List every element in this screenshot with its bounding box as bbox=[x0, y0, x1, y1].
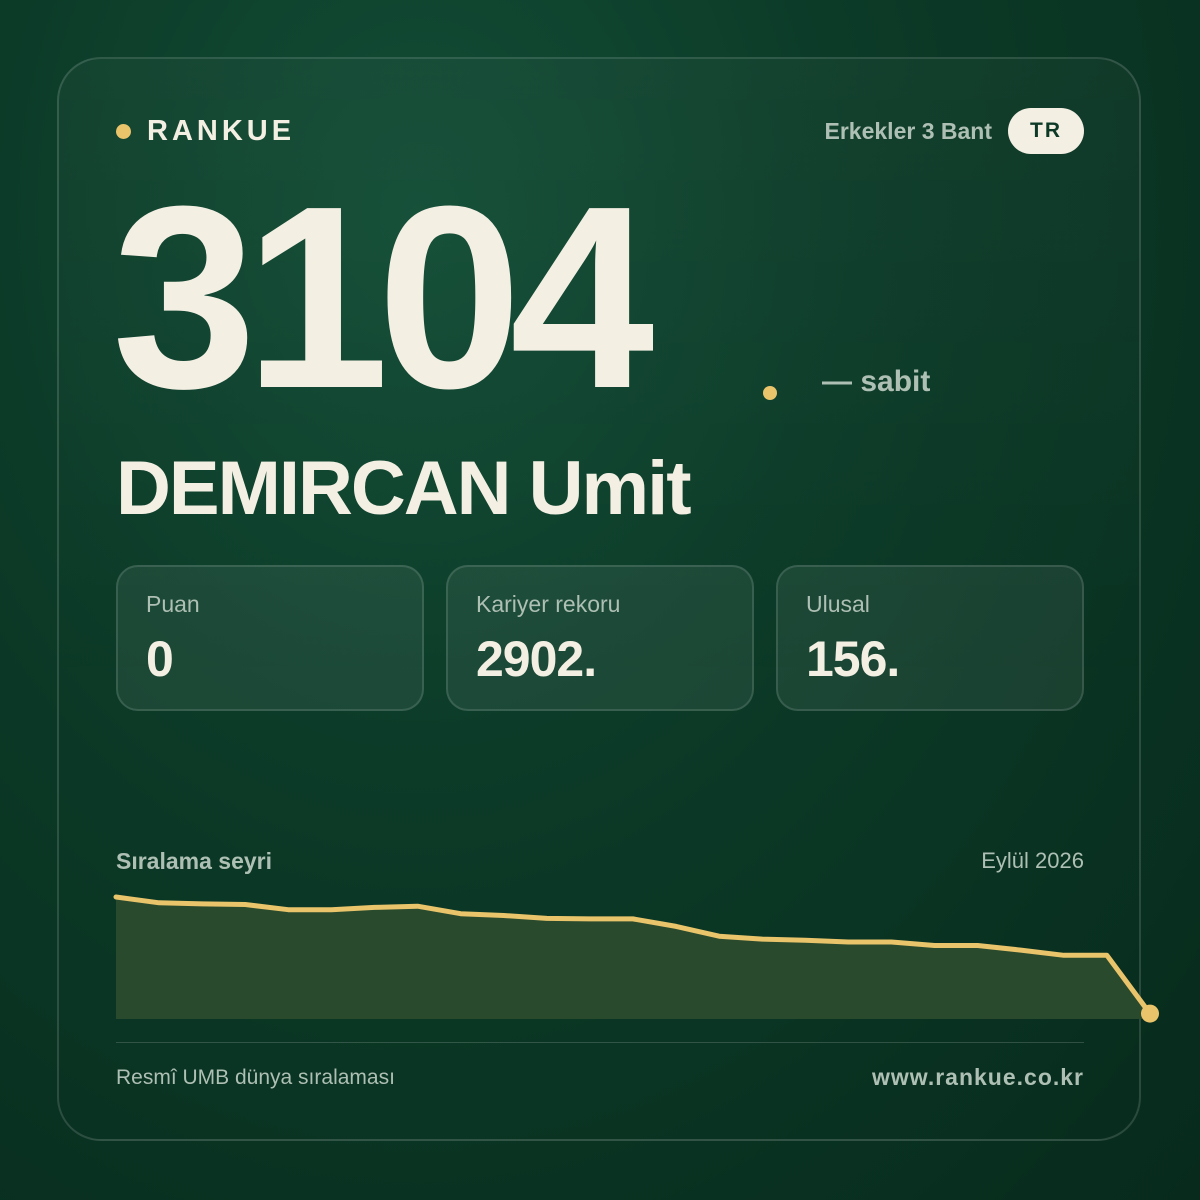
header-meta: Erkekler 3 Bant TR bbox=[825, 108, 1084, 154]
stat-value: 156. bbox=[806, 631, 900, 687]
rank-change-label: — sabit bbox=[822, 365, 931, 398]
world-rank: 3104 bbox=[112, 153, 654, 443]
brand-name: RANKUE bbox=[147, 114, 296, 147]
country-badge: TR bbox=[1008, 108, 1084, 154]
stat-label: Puan bbox=[146, 591, 200, 617]
stat-value: 0 bbox=[146, 631, 174, 687]
brand-dot-icon bbox=[116, 123, 131, 139]
rank-dot-icon bbox=[763, 386, 777, 400]
source-label: Resmî UMB dünya sıralaması bbox=[116, 1066, 395, 1089]
stats-row: Puan 0 Kariyer rekoru 2902. Ulusal 156. bbox=[116, 565, 1084, 711]
chart-title: Sıralama seyri bbox=[116, 848, 273, 874]
chart-date: Eylül 2026 bbox=[981, 848, 1084, 873]
stat-label: Ulusal bbox=[806, 591, 870, 617]
stat-value: 2902. bbox=[476, 631, 597, 687]
stat-card-national: Ulusal 156. bbox=[776, 565, 1084, 711]
brand-logo: RANKUE bbox=[116, 112, 295, 150]
stat-card-career-best: Kariyer rekoru 2902. bbox=[446, 565, 754, 711]
player-name: DEMIRCAN Umit bbox=[116, 446, 692, 531]
stat-card-points: Puan 0 bbox=[116, 565, 424, 711]
footer-divider bbox=[116, 1042, 1084, 1043]
division-label: Erkekler 3 Bant bbox=[824, 117, 992, 144]
website-link[interactable]: www.rankue.co.kr bbox=[872, 1064, 1084, 1091]
stat-label: Kariyer rekoru bbox=[476, 591, 621, 617]
trend-end-point bbox=[1141, 1004, 1159, 1023]
